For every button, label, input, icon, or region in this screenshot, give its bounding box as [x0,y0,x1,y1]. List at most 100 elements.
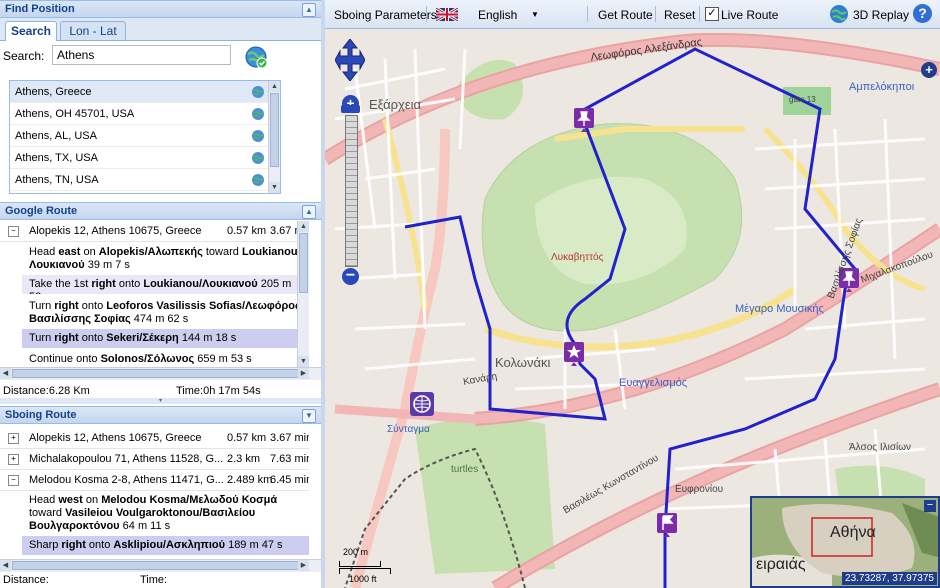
toolbar-separator [655,6,656,22]
scroll-thumb[interactable] [270,93,279,167]
route-summary-row[interactable]: − Alopekis 12, Athens 10675, Greece 0.57… [0,221,309,242]
route-distance: 2.489 km [227,474,273,486]
route-summary-row[interactable]: + Alopekis 12, Athens 10675, Greece 0.57… [0,428,309,449]
scroll-up-icon[interactable]: ▲ [298,221,309,232]
map-scale: 200 m 1000 ft [339,547,391,584]
scroll-down-icon[interactable]: ▼ [269,182,280,193]
sboing-route-list: + Alopekis 12, Athens 10675, Greece 0.57… [0,428,309,558]
map-expand-icon[interactable]: + [921,62,937,78]
globe-icon[interactable] [251,129,265,143]
map-label: Κολωνάκι [495,355,551,370]
sboing-time-label: Time: [140,574,168,586]
scroll-thumb[interactable] [299,233,308,293]
reset-button[interactable]: Reset [664,8,695,22]
route-step[interactable]: Head west on Melodou Kosma/Μελωδού Κοσμά… [22,491,309,535]
sboing-route-header[interactable]: Sboing Route ▼ [0,406,321,424]
globe-icon[interactable] [251,107,265,121]
search-input[interactable] [52,45,231,65]
zoom-slider[interactable] [345,115,358,267]
sboing-parameters-button[interactable]: Sboing Parameters [334,8,437,22]
pin-marker-icon[interactable] [573,107,595,133]
sboing-route-footer: Distance: Time: [0,573,321,587]
route-distance: 2.3 km [227,453,261,465]
left-panel: Find Position ▲ Search Lon - Lat Search:… [0,0,322,588]
map-view[interactable]: + − + Λεωφόρος Αλεξάνδρας Εξάρχεια Αμπελ… [325,29,940,588]
map-label: Άλσος Ιλισίων [849,442,912,453]
result-item[interactable]: Athens, AL, USA [10,125,268,147]
hscroll-thumb[interactable] [12,369,307,378]
google-route-title: Google Route [5,205,78,217]
sboing-route-title: Sboing Route [5,409,77,421]
route-step[interactable]: Head east on Alopekis/Αλωπεκής toward Lo… [22,243,309,274]
zoom-out-icon[interactable]: − [342,268,359,285]
collapse-icon[interactable]: ▲ [302,205,316,219]
scroll-right-icon[interactable]: ▶ [298,560,309,571]
3d-replay-button[interactable]: 3D Replay [853,8,909,22]
tab-search[interactable]: Search [5,21,57,41]
google-route-hscroll[interactable]: ◀ ▶ [0,367,321,380]
collapse-icon[interactable]: ▲ [302,3,316,17]
scroll-left-icon[interactable]: ◀ [0,560,11,571]
google-route-footer: Distance:6.28 Km Time:0h 17m 54s [0,384,321,398]
sboing-route-hscroll[interactable]: ◀ ▶ [0,559,321,572]
help-icon[interactable]: ? [913,4,932,23]
sboing-distance-label: Distance: [3,574,49,586]
route-time: 6.45 min [270,474,309,486]
google-time-label: Time:0h 17m 54s [176,385,261,397]
map-label: gate 13 [789,95,816,104]
globe-search-icon[interactable] [244,45,268,69]
search-results: Athens, Greece Athens, OH 45701, USA Ath… [9,80,281,194]
star-marker-icon[interactable] [563,341,585,367]
google-route-header[interactable]: Google Route ▲ [0,202,321,220]
globe-icon[interactable] [251,85,265,99]
chevron-down-icon[interactable]: ▼ [531,10,539,19]
result-item[interactable]: Athens, TN, USA [10,169,268,191]
minimap-collapse-icon[interactable]: − [924,500,936,512]
scroll-up-icon[interactable]: ▲ [269,81,280,92]
route-address: Melodou Kosma 2-8, Athens 11471, G... [29,474,224,486]
pan-control-icon[interactable] [335,39,365,81]
route-step[interactable]: Turn right onto Sekeri/Σέκερη 144 m 18 s [22,329,309,348]
toolbar-separator [699,6,700,22]
result-item[interactable]: Athens, OH 45701, USA [10,103,268,125]
results-scrollbar[interactable]: ▲ ▼ [268,81,280,193]
route-step[interactable]: Sharp right onto Asklipiou/Ασκληπιού 189… [22,536,309,555]
get-route-button[interactable]: Get Route [598,8,653,22]
expand-icon[interactable]: ▼ [302,409,316,423]
toolbar-separator [426,6,427,22]
google-distance-label: Distance:6.28 Km [3,385,90,397]
flag-marker-icon[interactable] [656,512,678,538]
collapse-row-icon[interactable]: − [8,226,19,237]
collapse-row-icon[interactable]: − [8,475,19,486]
metro-station-icon[interactable] [409,391,435,417]
google-route-list: − Alopekis 12, Athens 10675, Greece 0.57… [0,221,309,367]
route-summary-row[interactable]: − Melodou Kosma 2-8, Athens 11471, G... … [0,470,309,491]
result-label: Athens, TX, USA [15,152,98,164]
route-address: Alopekis 12, Athens 10675, Greece [29,432,202,444]
zoom-slider-handle[interactable] [341,105,360,113]
globe-icon[interactable] [251,173,265,187]
result-label: Athens, TN, USA [15,174,99,186]
expand-row-icon[interactable]: + [8,433,19,444]
scroll-left-icon[interactable]: ◀ [0,368,11,379]
google-route-scrollbar[interactable]: ▲ ▼ [297,221,309,367]
find-position-header[interactable]: Find Position ▲ [0,0,321,18]
globe-icon[interactable] [829,4,849,24]
hscroll-thumb[interactable] [12,561,307,570]
result-label: Athens, Greece [15,86,92,98]
result-item[interactable]: Athens, TX, USA [10,147,268,169]
route-distance: 0.57 km [227,432,267,444]
route-step[interactable]: Turn right onto Leoforos Vasilissis Sofi… [22,297,309,328]
expand-row-icon[interactable]: + [8,454,19,465]
globe-icon[interactable] [251,151,265,165]
splitter-handle[interactable]: ▾ [0,398,321,404]
tab-lon-lat[interactable]: Lon - Lat [60,21,126,40]
language-select[interactable]: English [478,8,517,22]
route-step[interactable]: Take the 1st right onto Loukianou/Λουκια… [22,275,309,294]
scroll-down-icon[interactable]: ▼ [298,356,309,367]
route-step[interactable]: Continue onto Solonos/Σόλωνος 659 m 53 s [22,350,309,367]
result-item[interactable]: Athens, Greece [10,81,268,103]
live-route-checkbox[interactable]: ✓ [705,7,719,21]
route-summary-row[interactable]: + Michalakopoulou 71, Athens 11528, G...… [0,449,309,470]
scroll-right-icon[interactable]: ▶ [298,368,309,379]
